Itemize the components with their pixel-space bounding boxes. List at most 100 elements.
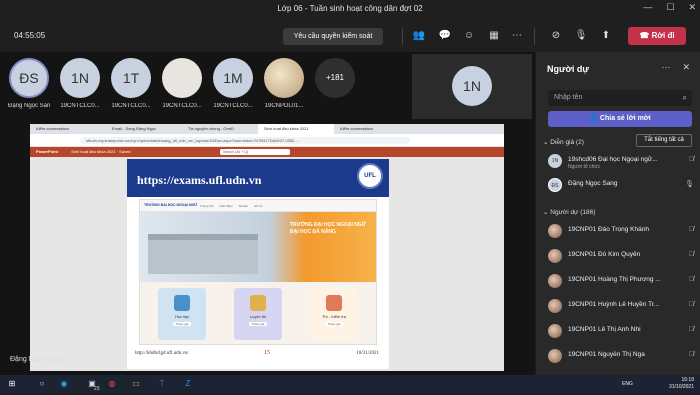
leave-label: Rời đi xyxy=(651,31,675,40)
website-menu-item: Tài liệu xyxy=(238,204,249,208)
website-menu-item: Giới thiệu xyxy=(219,204,233,208)
website-menu-item: Trang chủ xyxy=(200,204,214,208)
participant-tile[interactable]: 1N 19CNTCLC0... xyxy=(59,58,101,109)
mic-off-icon: 🎙̸ xyxy=(688,251,694,258)
leave-button[interactable]: ☎ Rời đi xyxy=(628,27,686,45)
attendees-section-label[interactable]: ⌄ Người dự (186) xyxy=(543,208,595,216)
participant-tile[interactable]: 19CNTCLC0... xyxy=(161,58,203,109)
participant-row[interactable]: 1N 19shcd06 Đại học Ngoại ngữ... Người t… xyxy=(548,152,694,172)
file-explorer-icon[interactable]: ▭ xyxy=(130,378,142,390)
request-control-button[interactable]: Yêu cầu quyền kiểm soát xyxy=(283,28,383,45)
minimize-icon[interactable]: — xyxy=(643,2,652,13)
participant-tile[interactable]: 19CNPDL01... xyxy=(263,58,305,109)
slide: https://exams.ufl.udn.vn UFL TRƯỜNG ĐẠI … xyxy=(127,159,389,369)
input-language[interactable]: ENG xyxy=(622,381,633,387)
tile-name: 19CNTCLC0... xyxy=(60,103,100,109)
presenters-section-label[interactable]: ⌄ Diễn giả (2) xyxy=(543,138,584,146)
hero-line: ĐẠI HỌC ĐÀ NẴNG xyxy=(290,229,336,235)
participant-tile[interactable]: 1T 19CNTCLC0... xyxy=(110,58,152,109)
participant-name: 19CNP01 Đỗ Kim Quyên xyxy=(568,251,641,258)
ppt-doc-name: Sinh hoạt đầu khóa 2021 · Saved xyxy=(71,149,131,154)
card-button: Tham gia xyxy=(325,322,343,326)
close-panel-icon[interactable]: ✕ xyxy=(682,62,690,73)
mic-off-icon: 🎙̸ xyxy=(688,351,694,358)
presenter-name: Đặng Ngọc Sang xyxy=(10,356,64,363)
browser-tab: Kiểm conversation xyxy=(340,126,373,131)
close-icon[interactable]: ✕ xyxy=(688,2,696,13)
participant-row[interactable]: 19CNP01 Hoàng Thị Phương ... 🎙̸ xyxy=(548,272,694,292)
powerpoint-bar: PowerPoint Sinh hoạt đầu khóa 2021 · Sav… xyxy=(30,147,504,157)
zoom-icon[interactable]: Z xyxy=(182,378,194,390)
window-controls: — ☐ ✕ xyxy=(643,2,696,13)
more-options-icon[interactable]: ⋯ xyxy=(661,62,670,73)
pinned-video[interactable]: 1N xyxy=(412,54,532,119)
system-clock[interactable]: 16:18 31/10/2021 xyxy=(669,377,694,391)
mic-off-icon: 🎙̸ xyxy=(688,276,694,283)
participants-panel: Người dự ⋯ ✕ Nhập tên ⌕ 👤 Chia sẻ lời mờ… xyxy=(535,52,700,375)
participant-row[interactable]: 19CNP01 Huỳnh Lê Huyền Tr... 🎙̸ xyxy=(548,297,694,317)
browser-tab: Email - Sang Đặng Ngọc xyxy=(112,126,157,131)
participant-name: 19CNP01 Huỳnh Lê Huyền Tr... xyxy=(568,301,660,308)
mic-off-icon: 🎙̸ xyxy=(688,226,694,233)
browser-tab-active: Sinh hoạt đầu khóa 2021 xyxy=(258,124,334,134)
website-hero: TRƯỜNG ĐẠI HỌC NGOẠI NGỮ ĐẠI HỌC ĐÀ NẴNG xyxy=(140,212,376,282)
card-button: Tham gia xyxy=(249,322,267,326)
attendees-label: Người dự (186) xyxy=(550,209,596,216)
share-invite-button[interactable]: 👤 Chia sẻ lời mời xyxy=(548,111,692,127)
avatar: 1N xyxy=(60,58,100,98)
taskbar-app-icon[interactable]: ▣ 23 xyxy=(86,378,99,392)
rooms-icon[interactable]: ▦ xyxy=(487,29,501,43)
participant-row[interactable]: 19CNP01 Nguyễn Thị Nga 🎙̸ xyxy=(548,347,694,367)
tile-name: 19CNTCLC0... xyxy=(162,103,202,109)
reactions-icon[interactable]: ☺ xyxy=(462,29,476,43)
chat-icon[interactable]: 💬 xyxy=(438,29,452,43)
participant-name: Đặng Ngọc Sang xyxy=(568,180,618,187)
camera-off-icon[interactable]: ⊘ xyxy=(549,29,563,43)
slide-number: 15 xyxy=(264,350,270,356)
panel-title: Người dự xyxy=(547,64,589,74)
presenters-label: Diễn giả (2) xyxy=(550,139,584,146)
ppt-app-name: PowerPoint xyxy=(36,149,59,154)
participant-tile[interactable]: 1M 19CNTCLC0... xyxy=(212,58,254,109)
mic-off-icon[interactable]: 🎙 xyxy=(574,29,588,43)
books-icon xyxy=(250,295,266,311)
card-learning: Học tập Tham gia xyxy=(158,288,206,340)
participant-name: 19CNP01 Đào Trọng Khánh xyxy=(568,226,649,233)
avatar: ĐS xyxy=(548,178,562,192)
teams-icon[interactable]: T xyxy=(156,378,168,390)
person-add-icon: 👤 xyxy=(589,115,600,122)
more-participants-tile[interactable]: +181 xyxy=(314,58,356,109)
windows-start-icon[interactable]: ⊞ xyxy=(6,378,18,390)
participant-row[interactable]: 19CNP01 Đào Trọng Khánh 🎙̸ xyxy=(548,222,694,242)
maximize-icon[interactable]: ☐ xyxy=(666,2,674,13)
search-icon[interactable]: ○ xyxy=(36,378,48,390)
more-actions-icon[interactable]: ⋯ xyxy=(510,29,524,43)
card-button: Tham gia xyxy=(173,322,191,326)
avatar-photo xyxy=(548,299,562,313)
edge-icon[interactable]: ◉ xyxy=(58,378,70,390)
slide-area: https://exams.ufl.udn.vn UFL TRƯỜNG ĐẠI … xyxy=(30,157,504,371)
tile-name: 19CNPDL01... xyxy=(264,103,304,109)
tile-name: 19CNTCLC0... xyxy=(213,103,253,109)
avatar-photo xyxy=(264,58,304,98)
chrome-icon[interactable]: ◍ xyxy=(106,378,118,390)
mic-off-icon: 🎙̸ xyxy=(688,301,694,308)
participant-row[interactable]: 19CNP01 Lê Thị Anh Nhi 🎙̸ xyxy=(548,322,694,342)
participants-icon[interactable]: 👥 xyxy=(412,29,426,43)
participant-row[interactable]: 19CNP01 Đỗ Kim Quyên 🎙̸ xyxy=(548,247,694,267)
slide-date: 10/31/2021 xyxy=(356,351,379,356)
website-cards: Học tập Tham gia Luyện thi Tham gia Thi … xyxy=(140,282,376,344)
share-screen-icon[interactable]: ⬆ xyxy=(599,29,613,43)
mic-on-icon: 🎙 xyxy=(685,181,694,188)
exam-icon xyxy=(326,295,342,311)
website-menu-item: Hỗ trợ xyxy=(254,204,263,208)
mute-all-button[interactable]: Tắt tiếng tất cả xyxy=(636,134,692,147)
phone-icon: ☎ xyxy=(639,31,652,40)
participant-role: Người tổ chức xyxy=(568,164,601,170)
participant-name: 19shcd06 Đại học Ngoại ngữ... xyxy=(568,156,658,163)
participant-tile[interactable]: ĐS Đặng Ngọc Sang xyxy=(8,58,50,109)
search-icon: ⌕ xyxy=(682,93,687,102)
university-logo-icon: UFL xyxy=(357,163,383,189)
participant-name: 19CNP01 Nguyễn Thị Nga xyxy=(568,351,645,358)
participant-row[interactable]: ĐS Đặng Ngọc Sang 🎙 xyxy=(548,176,694,196)
